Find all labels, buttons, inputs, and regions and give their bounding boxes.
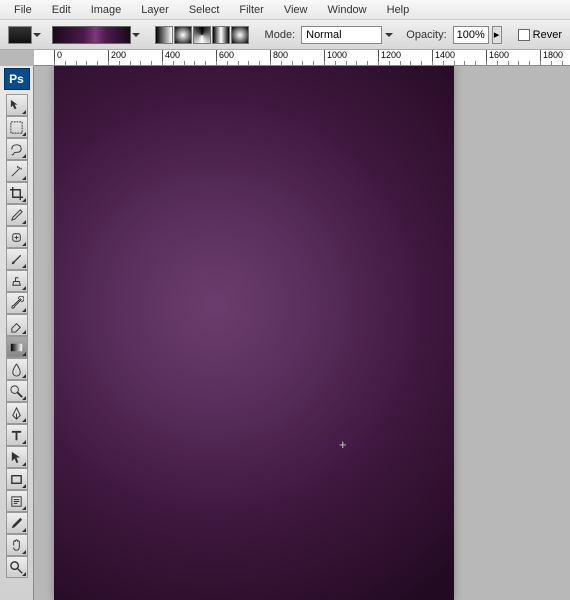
- ruler-tick: 200: [108, 50, 126, 65]
- marquee-tool[interactable]: [6, 116, 28, 138]
- clone-stamp-tool[interactable]: [6, 270, 28, 292]
- ruler-tick: 800: [270, 50, 288, 65]
- magic-wand-tool[interactable]: [6, 160, 28, 182]
- pen-tool[interactable]: [6, 402, 28, 424]
- notes-tool[interactable]: [6, 490, 28, 512]
- opacity-label: Opacity:: [406, 29, 446, 41]
- menu-window[interactable]: Window: [318, 2, 377, 18]
- menu-help[interactable]: Help: [377, 2, 420, 18]
- menu-view[interactable]: View: [274, 2, 318, 18]
- reverse-checkbox-group: Rever: [518, 29, 562, 41]
- move-tool[interactable]: [6, 94, 28, 116]
- gradient-picker[interactable]: [52, 26, 131, 44]
- canvas-area[interactable]: +: [34, 66, 570, 600]
- lasso-tool[interactable]: [6, 138, 28, 160]
- crop-tool[interactable]: [6, 182, 28, 204]
- ruler-tick: 400: [162, 50, 180, 65]
- gradient-tool[interactable]: [6, 336, 28, 358]
- eyedropper-alt-tool[interactable]: [6, 512, 28, 534]
- hand-tool[interactable]: [6, 534, 28, 556]
- ruler-tick: 600: [216, 50, 234, 65]
- opacity-flyout-button[interactable]: ▸: [492, 26, 502, 44]
- blur-tool[interactable]: [6, 358, 28, 380]
- gradient-type-group: [155, 26, 249, 44]
- mode-label: Mode:: [265, 29, 296, 41]
- workspace: Ps +: [0, 66, 570, 600]
- rectangle-tool[interactable]: [6, 468, 28, 490]
- reverse-checkbox[interactable]: [518, 29, 530, 41]
- ruler-tick: 0: [54, 50, 62, 65]
- horizontal-ruler[interactable]: 0200400600800100012001400160018002000: [34, 50, 570, 66]
- eraser-tool[interactable]: [6, 314, 28, 336]
- diamond-gradient-button[interactable]: [231, 26, 249, 44]
- opacity-control: 100% ▸: [453, 26, 502, 44]
- linear-gradient-button[interactable]: [155, 26, 173, 44]
- brush-tool[interactable]: [6, 248, 28, 270]
- type-tool[interactable]: [6, 424, 28, 446]
- eyedropper-tool[interactable]: [6, 204, 28, 226]
- healing-brush-tool[interactable]: [6, 226, 28, 248]
- reverse-label: Rever: [533, 29, 562, 41]
- tool-preset-picker[interactable]: [8, 26, 32, 44]
- menu-file[interactable]: File: [4, 2, 42, 18]
- zoom-tool[interactable]: [6, 556, 28, 578]
- angle-gradient-button[interactable]: [193, 26, 211, 44]
- menu-bar: FileEditImageLayerSelectFilterViewWindow…: [0, 0, 570, 20]
- mode-value: Normal: [306, 29, 341, 41]
- menu-filter[interactable]: Filter: [229, 2, 273, 18]
- path-selection-tool[interactable]: [6, 446, 28, 468]
- opacity-input[interactable]: 100%: [453, 26, 489, 44]
- menu-select[interactable]: Select: [179, 2, 230, 18]
- history-brush-tool[interactable]: [6, 292, 28, 314]
- radial-gradient-button[interactable]: [174, 26, 192, 44]
- mode-dropdown[interactable]: Normal: [301, 26, 382, 44]
- toolbox: Ps: [0, 66, 34, 600]
- options-bar: Mode: Normal Opacity: 100% ▸ Rever: [0, 20, 570, 50]
- dodge-tool[interactable]: [6, 380, 28, 402]
- menu-image[interactable]: Image: [81, 2, 132, 18]
- document-canvas[interactable]: +: [54, 66, 454, 600]
- photoshop-logo: Ps: [4, 68, 30, 90]
- opacity-value-text: 100%: [457, 29, 485, 41]
- menu-edit[interactable]: Edit: [42, 2, 81, 18]
- crosshair-icon: +: [339, 438, 347, 451]
- menu-layer[interactable]: Layer: [131, 2, 179, 18]
- reflected-gradient-button[interactable]: [212, 26, 230, 44]
